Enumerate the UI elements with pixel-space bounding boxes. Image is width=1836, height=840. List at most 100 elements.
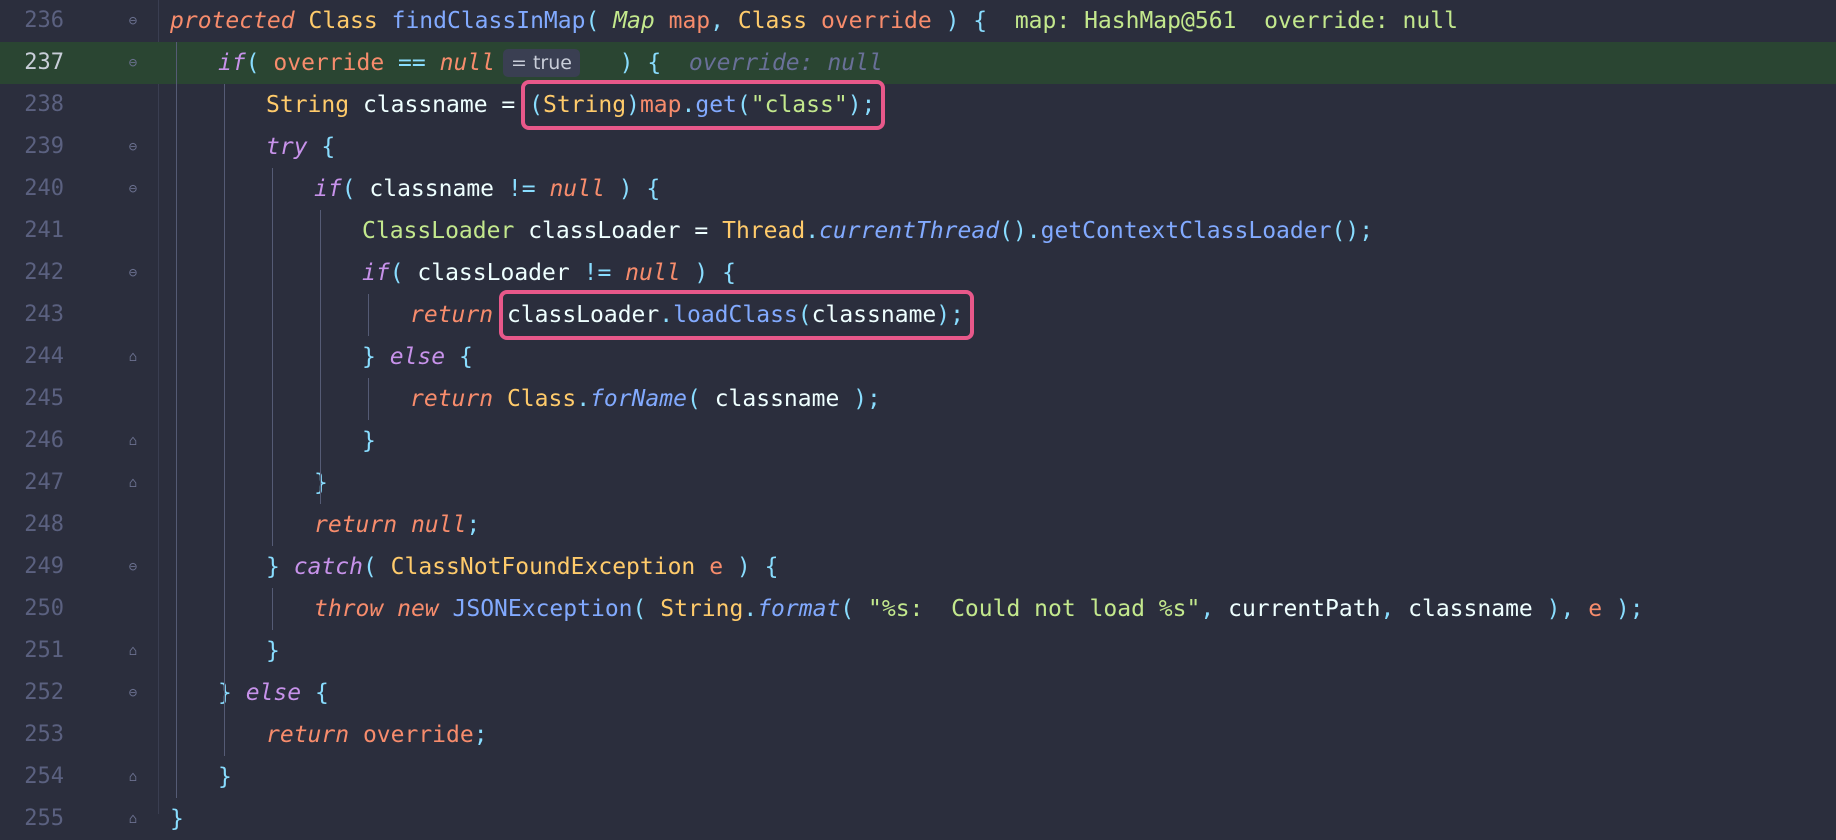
code-editor[interactable]: 236 ⊖ protected Class findClassInMap( Map …	[0, 0, 1836, 832]
code-token: Class	[308, 8, 378, 34]
code-line-250[interactable]: 250 throw new JSONException( String. forma…	[0, 588, 1836, 630]
code-token: forName	[590, 386, 687, 412]
fold-close-icon[interactable]: ⌂	[126, 811, 140, 827]
code-token: ;	[473, 722, 488, 748]
code-token: override	[820, 8, 932, 34]
code-token: classname	[369, 176, 495, 202]
code-token: null	[625, 260, 681, 286]
code-token: }	[170, 806, 184, 832]
line-number[interactable]: 237	[0, 42, 64, 84]
line-number[interactable]: 242	[0, 252, 64, 294]
line-number[interactable]: 251	[0, 630, 64, 672]
code-line-244[interactable]: 244 ⌂} else {	[0, 336, 1836, 378]
code-line-241[interactable]: 241 ClassLoader classLoader = Thread. curr…	[0, 210, 1836, 252]
fold-close-icon[interactable]: ⌂	[126, 475, 140, 491]
fold-close-icon[interactable]: ⌂	[126, 433, 140, 449]
code-line-238[interactable]: 238 String classname = (String) map. get("c…	[0, 84, 1836, 126]
code-line-254[interactable]: 254 ⌂}	[0, 756, 1836, 798]
line-number[interactable]: 252	[0, 672, 64, 714]
fold-close-icon[interactable]: ⌂	[126, 769, 140, 785]
line-number[interactable]: 254	[0, 756, 64, 798]
code-token: ().	[999, 218, 1041, 244]
code-line-237[interactable]: 237 ⊖ if( override == null ) { override: n…	[0, 42, 1836, 84]
code-token: override: null	[661, 50, 883, 76]
code-token: if	[362, 260, 390, 286]
code-line-248[interactable]: 248 return null;	[0, 504, 1836, 546]
code-line-245[interactable]: 245 return Class. forName( classname );	[0, 378, 1836, 420]
code-line-239[interactable]: 239 ⊖ try {	[0, 126, 1836, 168]
indent-guide	[224, 84, 225, 714]
code-token: }	[266, 554, 294, 580]
code-line-252[interactable]: 252 ⊖} else {	[0, 672, 1836, 714]
code-token: (	[840, 596, 868, 622]
line-number[interactable]: 246	[0, 420, 64, 462]
line-number[interactable]: 243	[0, 294, 64, 336]
line-number[interactable]: 255	[0, 798, 64, 840]
code-token: }	[266, 638, 280, 664]
line-number[interactable]: 244	[0, 336, 64, 378]
code-token: ) {	[723, 554, 779, 580]
indent-guide	[176, 42, 177, 798]
indent-guide	[272, 588, 273, 630]
fold-open-icon[interactable]: ⊖	[126, 559, 140, 575]
code-token: }	[218, 764, 232, 790]
line-number[interactable]: 238	[0, 84, 64, 126]
code-token: {	[301, 680, 329, 706]
code-token: currentPath	[1228, 596, 1381, 622]
fold-close-icon[interactable]: ⌂	[126, 643, 140, 659]
code-token: "%s: Could not load %s"	[868, 596, 1201, 622]
code-token: null	[410, 512, 467, 538]
code-token: e	[1588, 596, 1603, 622]
code-line-251[interactable]: 251 ⌂}	[0, 630, 1836, 672]
fold-open-icon[interactable]: ⊖	[126, 685, 140, 701]
code-token: !=	[494, 176, 550, 202]
code-line-246[interactable]: 246 ⌂}	[0, 420, 1836, 462]
code-line-236[interactable]: 236 ⊖ protected Class findClassInMap( Map …	[0, 0, 1836, 42]
code-token: (	[687, 386, 715, 412]
fold-open-icon[interactable]: ⊖	[126, 13, 140, 29]
code-line-242[interactable]: 242 ⊖ if( classLoader != null ) {	[0, 252, 1836, 294]
code-token: map: HashMap@561 override: null	[987, 8, 1458, 34]
fold-open-icon[interactable]: ⊖	[126, 265, 140, 281]
code-line-240[interactable]: 240 ⊖ if( classname != null ) {	[0, 168, 1836, 210]
code-token: classname =	[349, 92, 530, 118]
code-token: {	[307, 134, 336, 160]
fold-open-icon[interactable]: ⊖	[126, 139, 140, 155]
line-number[interactable]: 248	[0, 504, 64, 546]
code-token: protected	[170, 8, 295, 34]
line-number[interactable]: 236	[0, 0, 64, 42]
code-token: return	[410, 302, 494, 328]
code-token: return	[266, 722, 350, 748]
code-token: Class	[506, 386, 577, 412]
fold-open-icon[interactable]: ⊖	[126, 55, 140, 71]
line-number[interactable]: 241	[0, 210, 64, 252]
fold-open-icon[interactable]: ⊖	[126, 181, 140, 197]
code-line-247[interactable]: 247⌂}	[0, 462, 1836, 504]
code-line-249[interactable]: 249 ⊖} catch( ClassNotFoundException e ) …	[0, 546, 1836, 588]
code-token: ) {	[680, 260, 736, 286]
line-number[interactable]: 253	[0, 714, 64, 756]
code-token: ,	[1200, 596, 1229, 622]
code-token: }	[218, 680, 246, 706]
fold-close-icon[interactable]: ⌂	[126, 349, 140, 365]
code-token: return	[410, 386, 494, 412]
line-number[interactable]: 245	[0, 378, 64, 420]
indent-guide	[272, 168, 273, 546]
code-token: ,	[710, 8, 738, 34]
code-token: (	[245, 50, 274, 76]
line-number[interactable]: 239	[0, 126, 64, 168]
line-number[interactable]: 250	[0, 588, 64, 630]
code-token: getContextClassLoader	[1040, 218, 1332, 244]
code-line-255[interactable]: 255 ⌂}	[0, 798, 1836, 840]
line-number[interactable]: 249	[0, 546, 64, 588]
line-number[interactable]: 240	[0, 168, 64, 210]
code-token: Thread	[722, 218, 806, 244]
indent-guide	[368, 294, 369, 336]
line-number[interactable]: 247	[0, 462, 64, 504]
code-line-253[interactable]: 253 return override;	[0, 714, 1836, 756]
